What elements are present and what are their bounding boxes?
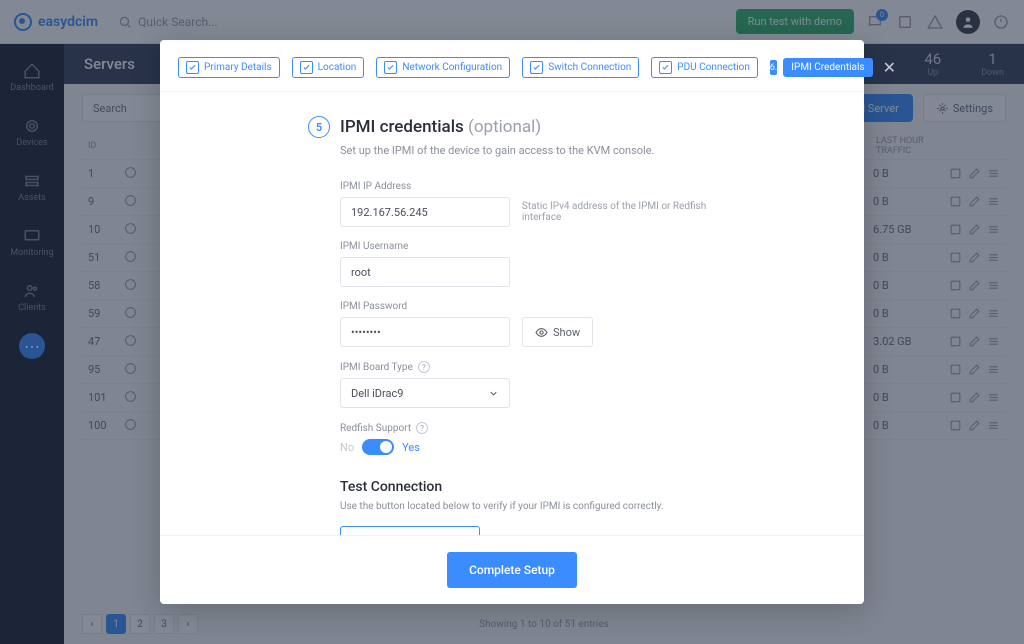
redfish-label: Redfish Support? [340, 422, 748, 434]
board-label: IPMI Board Type? [340, 361, 748, 373]
show-password-button[interactable]: Show [522, 317, 593, 347]
info-icon[interactable]: ? [418, 361, 430, 373]
ipmi-password-input[interactable] [340, 317, 510, 347]
info-icon[interactable]: ? [416, 422, 428, 434]
ip-label: IPMI IP Address [340, 181, 748, 192]
section-description: Set up the IPMI of the device to gain ac… [340, 144, 748, 157]
toggle-yes-label: Yes [402, 441, 420, 454]
complete-setup-button[interactable]: Complete Setup [447, 552, 577, 588]
setup-modal: Primary Details Location Network Configu… [160, 40, 864, 604]
chevron-down-icon [488, 388, 499, 399]
check-icon [659, 61, 672, 74]
check-icon [530, 61, 543, 74]
step-network[interactable]: Network Configuration [376, 57, 510, 78]
test-heading: Test Connection [340, 479, 748, 495]
step-pdu[interactable]: PDU Connection [651, 57, 758, 78]
step-location[interactable]: Location [292, 57, 365, 78]
wizard-steps: Primary Details Location Network Configu… [160, 40, 864, 92]
board-type-select[interactable]: Dell iDrac9 [340, 378, 510, 408]
section-heading: IPMI credentials (optional) [340, 117, 541, 137]
check-icon [186, 61, 199, 74]
step-ipmi[interactable]: IPMI Credentials [783, 58, 872, 77]
step-primary-details[interactable]: Primary Details [178, 57, 280, 78]
step-circle: 5 [308, 116, 330, 138]
user-label: IPMI Username [340, 241, 748, 252]
pass-label: IPMI Password [340, 301, 748, 312]
check-icon [384, 61, 397, 74]
test-description: Use the button located below to verify i… [340, 501, 748, 512]
step-switch[interactable]: Switch Connection [522, 57, 639, 78]
toggle-no-label: No [340, 441, 354, 454]
step-number-badge: 6. [770, 60, 777, 75]
connection-test-button[interactable]: Quick Connection Test [340, 526, 480, 535]
redfish-toggle[interactable] [362, 439, 394, 455]
close-icon[interactable]: ✕ [879, 56, 900, 79]
ip-hint: Static IPv4 address of the IPMI or Redfi… [522, 201, 748, 223]
eye-icon [535, 326, 548, 339]
ipmi-ip-input[interactable] [340, 197, 510, 227]
check-icon [300, 61, 313, 74]
ipmi-username-input[interactable] [340, 257, 510, 287]
